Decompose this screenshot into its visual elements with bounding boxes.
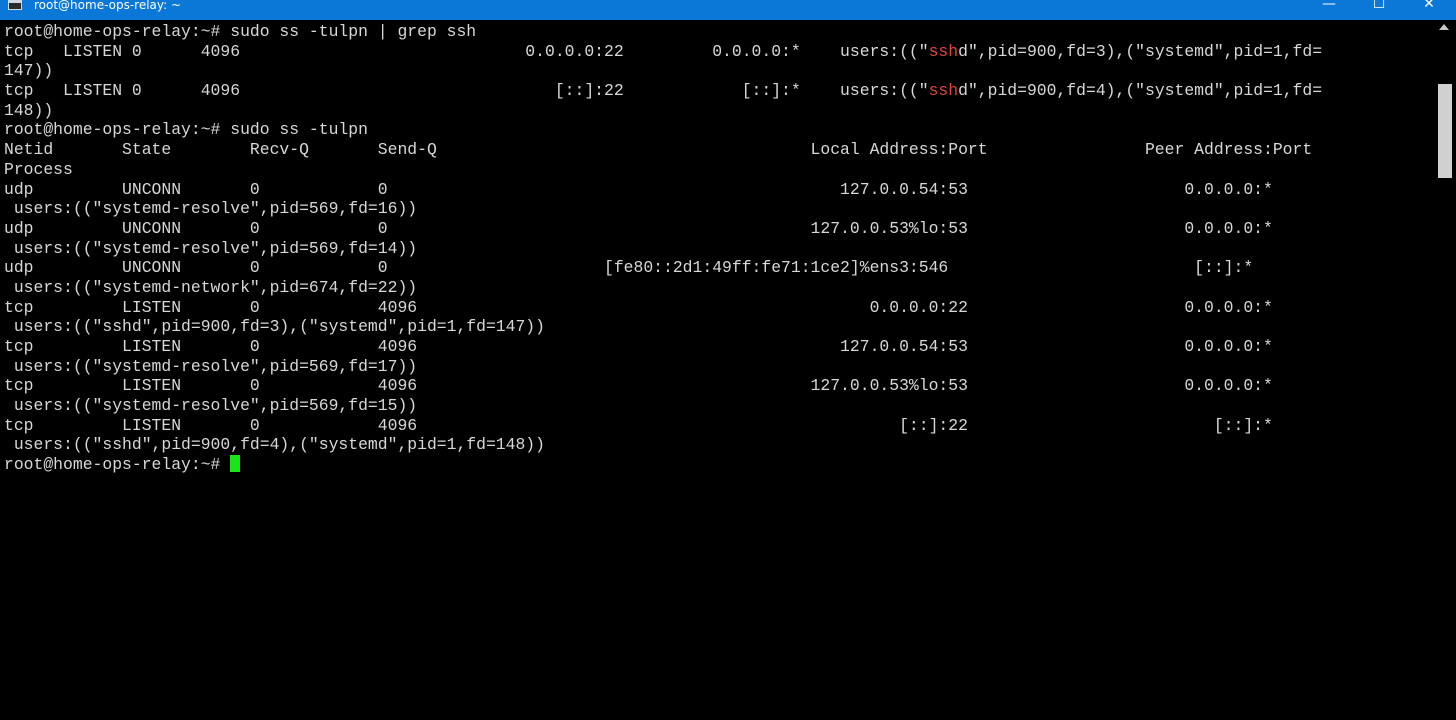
terminal-output[interactable]: root@home-ops-relay:~# sudo ss -tulpn | … <box>4 22 1432 712</box>
terminal-icon <box>8 0 22 10</box>
title-bar[interactable]: root@home-ops-relay: ~ — ☐ ✕ <box>0 0 1456 20</box>
table-row: tcp LISTEN 0 4096 0.0.0.0:22 0.0.0.0:* <box>4 297 1273 317</box>
grep-result-line: tcp LISTEN 0 4096 0.0.0.0:22 0.0.0.0:* u… <box>4 42 1432 62</box>
chevron-up-icon[interactable] <box>1439 24 1449 30</box>
output-text: tcp LISTEN 0 4096 0.0.0.0:22 0.0.0.0:* u… <box>4 41 929 61</box>
table-row: udp UNCONN 0 0 [fe80::2d1:49ff:fe71:1ce2… <box>4 258 1254 278</box>
table-row-process: users:(("systemd-resolve",pid=569,fd=16)… <box>4 199 418 219</box>
table-row-process: users:(("sshd",pid=900,fd=4),("systemd",… <box>4 435 545 455</box>
grep-result-wrap: 147)) <box>4 61 54 81</box>
grep-result-line: tcp LISTEN 0 4096 [::]:22 [::]:* users:(… <box>4 81 1432 101</box>
output-text: d",pid=900,fd=4),("systemd",pid=1,fd= <box>958 81 1323 101</box>
prompt-line[interactable]: root@home-ops-relay:~# <box>4 455 1432 475</box>
grep-result-wrap: 148)) <box>4 100 54 120</box>
shell-command: sudo ss -tulpn | grep ssh <box>230 22 477 41</box>
table-header-process: Process <box>4 159 73 179</box>
window-title: root@home-ops-relay: ~ <box>34 0 182 12</box>
text-cursor <box>230 455 241 473</box>
table-row-process: users:(("systemd-resolve",pid=569,fd=15)… <box>4 396 418 416</box>
shell-prompt: root@home-ops-relay:~# <box>4 455 231 475</box>
maximize-button[interactable]: ☐ <box>1356 0 1402 14</box>
table-row-process: users:(("systemd-resolve",pid=569,fd=17)… <box>4 356 418 376</box>
command-line: root@home-ops-relay:~# sudo ss -tulpn <box>4 120 1432 140</box>
table-row: udp UNCONN 0 0 127.0.0.54:53 0.0.0.0:* <box>4 179 1273 199</box>
output-text: d",pid=900,fd=3),("systemd",pid=1,fd= <box>958 41 1323 61</box>
table-row: tcp LISTEN 0 4096 127.0.0.53%lo:53 0.0.0… <box>4 376 1273 396</box>
table-row: udp UNCONN 0 0 127.0.0.53%lo:53 0.0.0.0:… <box>4 218 1273 238</box>
minimize-button[interactable]: — <box>1306 0 1352 14</box>
table-header: Netid State Recv-Q Send-Q Local Address:… <box>4 140 1313 160</box>
table-row-process: users:(("systemd-network",pid=674,fd=22)… <box>4 277 418 297</box>
command-line: root@home-ops-relay:~# sudo ss -tulpn | … <box>4 22 1432 42</box>
table-row-process: users:(("systemd-resolve",pid=569,fd=14)… <box>4 238 418 258</box>
table-row-process: users:(("sshd",pid=900,fd=3),("systemd",… <box>4 317 545 337</box>
terminal-window: root@home-ops-relay: ~ — ☐ ✕ root@home-o… <box>0 0 1456 720</box>
grep-match: ssh <box>928 41 959 61</box>
shell-prompt: root@home-ops-relay:~# <box>4 22 231 41</box>
vertical-scrollbar[interactable] <box>1436 20 1456 720</box>
output-text: tcp LISTEN 0 4096 [::]:22 [::]:* users:(… <box>4 81 929 101</box>
table-row: tcp LISTEN 0 4096 [::]:22 [::]:* <box>4 415 1273 435</box>
shell-command: sudo ss -tulpn <box>230 120 368 140</box>
scrollbar-thumb[interactable] <box>1438 84 1452 178</box>
shell-prompt: root@home-ops-relay:~# <box>4 120 231 140</box>
table-row: tcp LISTEN 0 4096 127.0.0.54:53 0.0.0.0:… <box>4 337 1273 356</box>
grep-match: ssh <box>928 81 959 101</box>
close-button[interactable]: ✕ <box>1406 0 1452 14</box>
